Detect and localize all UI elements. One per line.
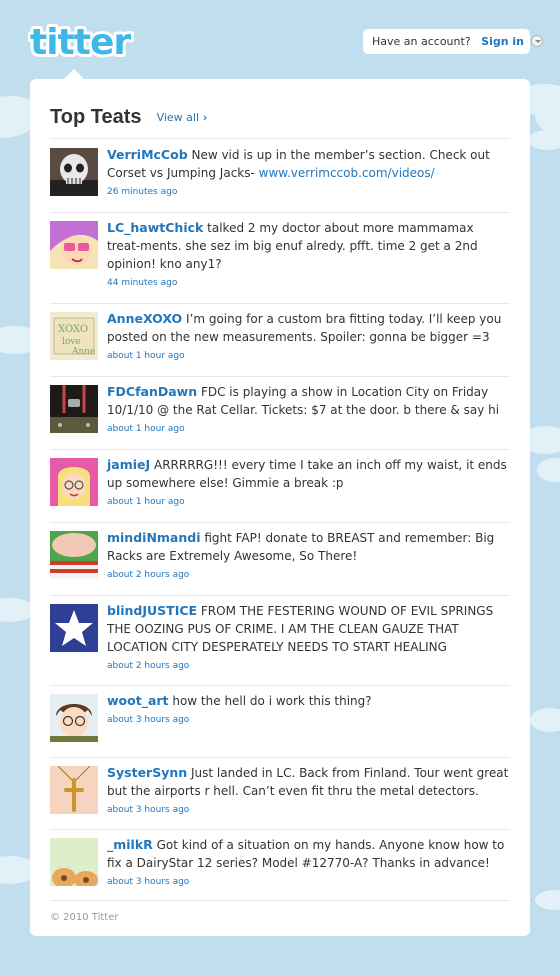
page-title: Top Teats	[50, 106, 142, 128]
svg-text:Anne: Anne	[71, 347, 95, 357]
tweet-timestamp[interactable]: about 1 hour ago	[107, 350, 510, 362]
divider	[50, 449, 510, 450]
avatar[interactable]	[50, 531, 98, 579]
sign-in-link[interactable]: Sign in	[481, 35, 524, 48]
tweet-username[interactable]: FDCfanDawn	[107, 384, 197, 399]
svg-text:XOXO: XOXO	[58, 324, 88, 335]
tweet-text: how the hell do i work this thing?	[172, 694, 372, 708]
xoxo-note-avatar-icon: XOXO love Anne	[50, 312, 98, 360]
glasses-boy-avatar-icon	[50, 694, 98, 742]
tweet-text: Got kind of a situation on my hands. Any…	[107, 838, 505, 870]
divider	[50, 900, 510, 901]
tweet-timestamp[interactable]: about 3 hours ago	[107, 876, 510, 888]
tweet-timestamp[interactable]: about 1 hour ago	[107, 496, 510, 508]
cow-avatar-icon	[50, 838, 98, 886]
svg-text:love: love	[62, 337, 81, 347]
avatar[interactable]	[50, 385, 98, 433]
panel-heading: Top Teats View all	[50, 106, 207, 129]
tweet-username[interactable]: _milkR	[107, 837, 153, 852]
panel-pointer	[64, 69, 84, 79]
tweet-content: woot_art how the hell do i work this thi…	[107, 692, 510, 726]
divider	[50, 138, 510, 139]
avatar[interactable]	[50, 694, 98, 742]
divider	[50, 376, 510, 377]
tweet-content: jamieJ ARRRRRG!!! every time I take an i…	[107, 456, 510, 508]
divider	[50, 829, 510, 830]
avatar[interactable]	[50, 838, 98, 886]
tweet-content: FDCfanDawn FDC is playing a show in Loca…	[107, 383, 510, 435]
tweet-username[interactable]: blindJUSTICE	[107, 603, 197, 618]
tweet-username[interactable]: mindiNmandi	[107, 530, 201, 545]
divider	[50, 303, 510, 304]
avatar[interactable]	[50, 458, 98, 506]
tweet-timestamp[interactable]: 44 minutes ago	[107, 277, 510, 289]
tweet-timestamp[interactable]: about 1 hour ago	[107, 423, 510, 435]
titter-logo[interactable]: titter titter	[27, 19, 148, 66]
blonde-girl-avatar-icon	[50, 458, 98, 506]
tweet-username[interactable]: VerriMcCob	[107, 147, 188, 162]
tweet-link[interactable]: www.verrimccob.com/videos/	[259, 166, 435, 180]
star-avatar-icon	[50, 604, 98, 652]
top-teats-panel: Top Teats View all VerriMcCob New vid is…	[30, 79, 530, 936]
tweet-content: VerriMcCob New vid is up in the member’s…	[107, 146, 510, 198]
tweet-username[interactable]: SysterSynn	[107, 765, 187, 780]
avatar[interactable]	[50, 148, 98, 196]
titter-logo-mark: titter titter	[27, 19, 135, 66]
tweet-content: _milkR Got kind of a situation on my han…	[107, 836, 510, 888]
avatar[interactable]: XOXO love Anne	[50, 312, 98, 360]
divider	[50, 522, 510, 523]
divider	[50, 757, 510, 758]
tweet-timestamp[interactable]: about 2 hours ago	[107, 569, 510, 581]
avatar[interactable]	[50, 604, 98, 652]
tweet-text: ARRRRRG!!! every time I take an inch off…	[107, 458, 507, 490]
tweet-timestamp[interactable]: about 3 hours ago	[107, 714, 510, 726]
skull-avatar-icon	[50, 148, 98, 196]
view-all-link[interactable]: View all	[157, 111, 208, 124]
chevron-down-icon[interactable]	[530, 35, 543, 47]
footer-copyright: © 2010 Titter	[50, 912, 119, 923]
tweet-content: SysterSynn Just landed in LC. Back from …	[107, 764, 510, 816]
account-prompt: Have an account?	[372, 35, 471, 48]
leather-jacket-avatar-icon	[50, 385, 98, 433]
tweet-username[interactable]: LC_hawtChick	[107, 220, 203, 235]
tweet-username[interactable]: jamieJ	[107, 457, 150, 472]
account-box: Have an account? Sign in	[363, 29, 543, 54]
tweet-username[interactable]: woot_art	[107, 693, 169, 708]
tweet-timestamp[interactable]: about 2 hours ago	[107, 660, 510, 672]
divider	[50, 685, 510, 686]
avatar[interactable]	[50, 221, 98, 269]
tweet-timestamp[interactable]: 26 minutes ago	[107, 186, 510, 198]
divider	[50, 595, 510, 596]
tweet-content: blindJUSTICE FROM THE FESTERING WOUND OF…	[107, 602, 510, 672]
cross-necklace-avatar-icon	[50, 766, 98, 814]
avatar[interactable]	[50, 766, 98, 814]
svg-text:titter: titter	[30, 22, 131, 62]
tweet-content: AnneXOXO I’m going for a custom bra fitt…	[107, 310, 510, 362]
tweet-content: LC_hawtChick talked 2 my doctor about mo…	[107, 219, 510, 289]
tweet-username[interactable]: AnneXOXO	[107, 311, 182, 326]
tweet-content: mindiNmandi fight FAP! donate to BREAST …	[107, 529, 510, 581]
divider	[50, 212, 510, 213]
tweet-timestamp[interactable]: about 3 hours ago	[107, 804, 510, 816]
striped-avatar-icon	[50, 531, 98, 579]
pink-hair-avatar-icon	[50, 221, 98, 269]
